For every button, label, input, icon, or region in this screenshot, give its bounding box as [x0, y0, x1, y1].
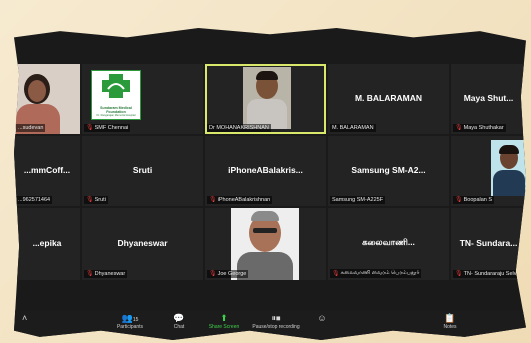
participant-tile[interactable]: TN- Sundara... 🎙 TN- Sundararaju Selva... [451, 208, 526, 280]
participant-name: ...mmCoff... [23, 165, 71, 175]
participant-label: M. BALARAMAN [330, 124, 376, 132]
muted-mic-icon: 🎙 [455, 197, 463, 203]
participant-name: TN- Sundara... [459, 238, 518, 248]
participant-name: iPhoneABalakris... [228, 165, 303, 175]
smf-logo: Sundaram Medical Foundation Dr. Rangaraja… [91, 70, 141, 120]
chat-button[interactable]: 💬 Chat [166, 312, 192, 330]
participant-label: 🎙 கலைவாணி வைரம் பெரம்பதூர் [330, 269, 422, 278]
participant-tile[interactable]: Sruti 🎙 Sruti [82, 136, 203, 206]
participant-name: M. BALARAMAN [354, 93, 423, 103]
participant-tile[interactable]: ...epika [14, 208, 80, 280]
muted-mic-icon: 🎙 [332, 270, 340, 277]
zoom-meeting-window: ...sudevan Sundaram Medical Foundation Dr.… [14, 28, 526, 340]
participant-label: Samsung SM-A225F [330, 196, 386, 204]
participant-video [243, 67, 291, 129]
muted-mic-icon: 🎙 [209, 197, 217, 203]
participant-tile[interactable]: ...sudevan [14, 64, 80, 134]
participant-tile[interactable]: iPhoneABalakris... 🎙 iPhoneABalakrishnan [205, 136, 326, 206]
share-screen-button[interactable]: ⬆ Share Screen [204, 312, 244, 330]
participant-label: 🎙 SMF Chennai [84, 124, 131, 132]
pause-stop-recording-button[interactable]: ⏸⏹ Pause/stop recording [248, 312, 304, 330]
participants-button[interactable]: 👥15 Participants [112, 312, 148, 330]
participant-tile[interactable]: Samsung SM-A2... Samsung SM-A225F [328, 136, 449, 206]
reactions-icon: ☺ [317, 313, 327, 323]
muted-mic-icon: 🎙 [86, 125, 94, 131]
participant-label: 🎙 Joe George [207, 270, 249, 278]
participants-icon: 👥15 [121, 313, 139, 323]
chat-icon: 💬 [173, 313, 185, 323]
reactions-button[interactable]: ☺ [314, 312, 330, 324]
participant-grid: ...sudevan Sundaram Medical Foundation Dr.… [14, 64, 526, 310]
participant-tile[interactable]: ...mmCoff... ...962571464 [14, 136, 80, 206]
participant-label: Dr MOHANAKRISHNAN [207, 124, 271, 132]
participant-label: 🎙 Dhyaneswar [84, 270, 128, 278]
participant-photo [491, 140, 526, 196]
notes-button[interactable]: 📋 Notes [438, 312, 462, 330]
participant-label: 🎙 Boopalan S [453, 196, 495, 204]
participant-tile[interactable]: Dhyaneswar 🎙 Dhyaneswar [82, 208, 203, 280]
participant-name: ...epika [32, 238, 62, 248]
participant-name: Maya Shut... [463, 93, 514, 103]
participant-tile[interactable]: M. BALARAMAN M. BALARAMAN [328, 64, 449, 134]
participant-name: கலைவாணி... [362, 236, 415, 247]
participant-label: 🎙 iPhoneABalakrishnan [207, 196, 273, 204]
participant-label: 🎙 TN- Sundararaju Selva... [453, 270, 526, 278]
share-screen-icon: ⬆ [220, 313, 228, 323]
muted-mic-icon: 🎙 [86, 197, 94, 203]
participant-label: ...sudevan [16, 124, 46, 132]
participant-name: Sruti [132, 165, 153, 175]
medical-cross-icon [102, 74, 130, 98]
participant-tile[interactable]: Maya Shut... 🎙 Maya Shuthakar [451, 64, 526, 134]
notes-icon: 📋 [444, 313, 456, 323]
participant-label: 🎙 Maya Shuthakar [453, 124, 506, 132]
participant-label: ...962571464 [16, 196, 53, 204]
participant-name: Samsung SM-A2... [351, 165, 426, 175]
caret-up-icon[interactable]: ˄ [22, 312, 27, 324]
muted-mic-icon: 🎙 [86, 271, 94, 277]
participant-label: 🎙 Sruti [84, 196, 108, 204]
participant-name: Dhyaneswar [117, 238, 168, 248]
pause-stop-icon: ⏸⏹ [271, 313, 281, 323]
participant-tile[interactable]: 🎙 Boopalan S [451, 136, 526, 206]
muted-mic-icon: 🎙 [209, 271, 217, 277]
participant-tile[interactable]: Sundaram Medical Foundation Dr. Rangaraja… [82, 64, 203, 134]
participant-tile[interactable]: 🎙 Joe George [205, 208, 326, 280]
participant-tile[interactable]: கலைவாணி... 🎙 கலைவாணி வைரம் பெரம்பதூர் [328, 208, 449, 280]
participant-tile[interactable]: Dr MOHANAKRISHNAN [205, 64, 326, 134]
muted-mic-icon: 🎙 [455, 271, 463, 277]
muted-mic-icon: 🎙 [455, 125, 463, 131]
